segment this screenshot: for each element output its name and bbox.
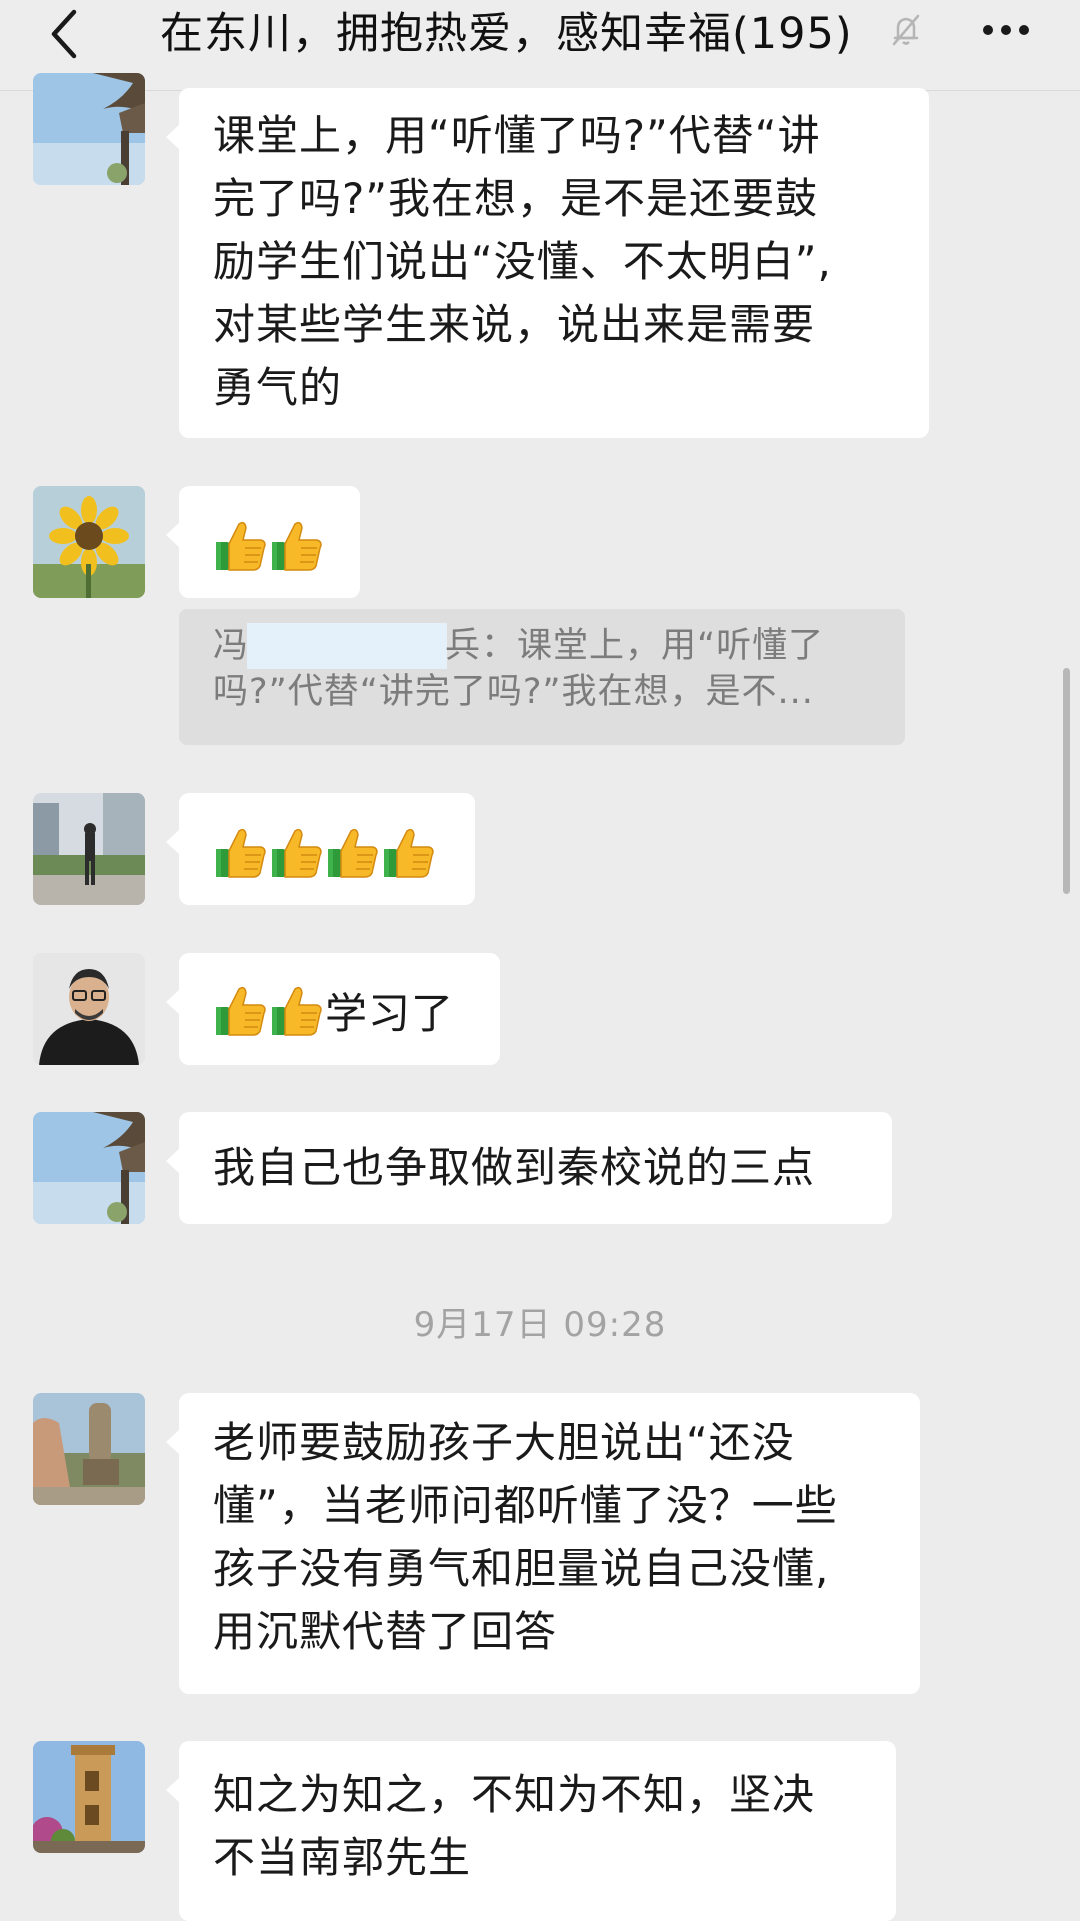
emoji-row	[213, 983, 325, 1037]
message-text-line: 知之为知之，不知为不知，坚决	[213, 1770, 816, 1819]
message-text-line: 老师要鼓励孩子大胆说出“还没	[213, 1418, 795, 1467]
quote-text: 吗?”代替“讲完了吗?”我在想，是不...	[213, 672, 814, 712]
thumbs-up-icon	[269, 983, 323, 1037]
avatar[interactable]	[33, 793, 145, 905]
message-text-line: 励学生们说出“没懂、不太明白”,	[213, 237, 832, 286]
scrollbar[interactable]	[1063, 668, 1070, 894]
avatar[interactable]	[33, 1741, 145, 1853]
avatar[interactable]	[33, 486, 145, 598]
avatar[interactable]	[33, 1393, 145, 1505]
message-text-line: 孩子没有勇气和胆量说自己没懂,	[213, 1544, 830, 1593]
message-bubble[interactable]	[166, 793, 475, 905]
quoted-message[interactable]: 冯 兵：课堂上，用“听懂了 吗?”代替“讲完了吗?”我在想，是不...	[179, 609, 905, 745]
message-text-line: 课堂上，用“听懂了吗?”代替“讲	[213, 111, 821, 160]
chat-header: 在东川，拥抱热爱，感知幸福(195)	[0, 0, 1080, 91]
quote-text: 兵：课堂上，用“听懂了	[445, 626, 825, 666]
thumbs-up-icon	[269, 518, 323, 572]
timestamp: 9月17日 09:28	[413, 1305, 667, 1345]
redacted-name	[247, 623, 448, 669]
message-bubble[interactable]: 我自己也争取做到秦校说的三点	[166, 1112, 892, 1224]
message-text-line: 勇气的	[213, 363, 343, 412]
thumbs-up-icon	[213, 825, 267, 879]
emoji-row	[213, 825, 437, 879]
avatar[interactable]	[33, 953, 145, 1065]
message-text: 我自己也争取做到秦校说的三点	[213, 1143, 816, 1192]
message-text-line: 懂”，当老师问都听懂了没？一些	[213, 1481, 838, 1530]
message-text-line: 完了吗?”我在想，是不是还要鼓	[213, 174, 819, 223]
more-dots-icon	[983, 25, 1029, 35]
emoji-row	[213, 518, 325, 572]
message-bubble[interactable]: 老师要鼓励孩子大胆说出“还没 懂”，当老师问都听懂了没？一些 孩子没有勇气和胆量…	[166, 1393, 920, 1694]
message-text: 学习了	[325, 989, 455, 1038]
message-bubble[interactable]: 知之为知之，不知为不知，坚决 不当南郭先生	[166, 1741, 896, 1921]
avatar[interactable]	[33, 73, 145, 185]
avatar[interactable]	[33, 1112, 145, 1224]
thumbs-up-icon	[213, 518, 267, 572]
message-text-line: 对某些学生来说，说出来是需要	[213, 300, 816, 349]
message-bubble[interactable]: 课堂上，用“听懂了吗?”代替“讲 完了吗?”我在想，是不是还要鼓 励学生们说出“…	[166, 88, 929, 438]
thumbs-up-icon	[269, 825, 323, 879]
chat-title: 在东川，拥抱热爱，感知幸福(195)	[160, 9, 853, 59]
thumbs-up-icon	[325, 825, 379, 879]
message-text-line: 用沉默代替了回答	[213, 1607, 558, 1656]
back-button[interactable]	[38, 4, 98, 64]
more-button[interactable]	[976, 8, 1036, 52]
bell-muted-icon	[886, 10, 926, 50]
message-bubble[interactable]: 学习了	[166, 953, 500, 1065]
chevron-left-icon	[51, 9, 77, 59]
message-bubble[interactable]	[166, 486, 360, 598]
quote-sender-prefix: 冯	[213, 626, 250, 666]
thumbs-up-icon	[381, 825, 435, 879]
thumbs-up-icon	[213, 983, 267, 1037]
message-text-line: 不当南郭先生	[213, 1833, 472, 1882]
